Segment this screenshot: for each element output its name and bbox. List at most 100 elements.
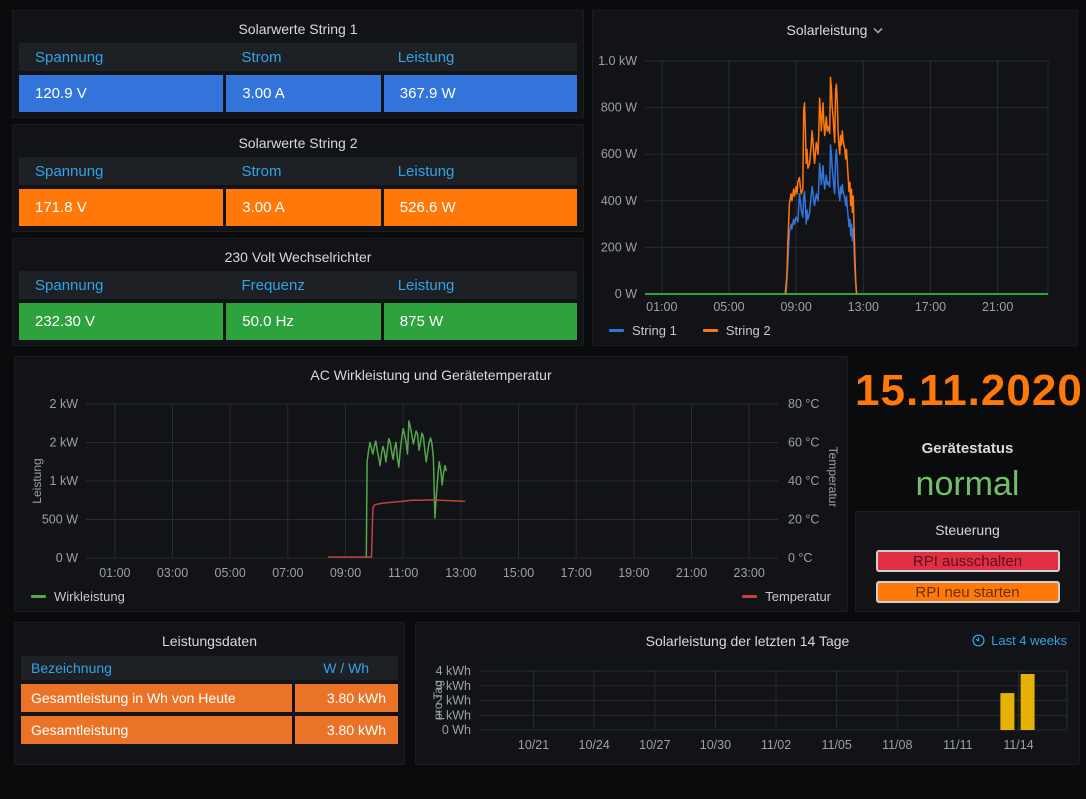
rpi-restart-button[interactable]: RPI neu starten <box>876 581 1060 603</box>
panel-ac-chart: AC Wirkleistung und Gerätetemperatur 0 W… <box>14 356 848 612</box>
col-spannung: Spannung <box>19 163 225 180</box>
daily-solar-chart[interactable]: 0 Wh1 kWh2 kWh3 kWh4 kWh10/2110/2410/271… <box>416 623 1081 766</box>
legend-dash-wirkleistung <box>31 595 46 598</box>
svg-text:01:00: 01:00 <box>646 300 677 314</box>
string1-table: Spannung Strom Leistung 120.9 V 3.00 A 3… <box>13 43 583 112</box>
svg-text:20 °C: 20 °C <box>788 513 819 527</box>
svg-text:15:00: 15:00 <box>503 566 534 580</box>
col-leistung: Leistung <box>382 49 577 66</box>
row-name: Gesamtleistung in Wh von Heute <box>21 684 292 712</box>
svg-text:10/27: 10/27 <box>639 738 670 752</box>
svg-text:05:00: 05:00 <box>215 566 246 580</box>
svg-text:09:00: 09:00 <box>780 300 811 314</box>
svg-text:60 °C: 60 °C <box>788 436 819 450</box>
panel-steuerung: Steuerung RPI ausschalten RPI neu starte… <box>855 511 1080 612</box>
col-leistung: Leistung <box>382 163 577 180</box>
legend-label: Temperatur <box>765 589 831 604</box>
col-frequenz: Frequenz <box>225 277 381 294</box>
right-axis-label: Temperatur <box>826 447 840 508</box>
col-w-wh: W / Wh <box>294 660 398 676</box>
inverter-table: Spannung Frequenz Leistung 232.30 V 50.0… <box>13 271 583 340</box>
panel-solarwerte-string2: Solarwerte String 2 Spannung Strom Leist… <box>12 124 584 232</box>
svg-text:03:00: 03:00 <box>157 566 188 580</box>
ac-legend: Wirkleistung Temperatur <box>31 589 831 604</box>
table-value-row: 171.8 V 3.00 A 526.6 W <box>19 189 577 226</box>
svg-text:0 Wh: 0 Wh <box>442 723 471 737</box>
svg-text:23:00: 23:00 <box>734 566 765 580</box>
svg-text:40 °C: 40 °C <box>788 474 819 488</box>
panel-solarleistung-chart: Solarleistung 0 W200 W400 W600 W800 W1.0… <box>592 10 1078 346</box>
svg-text:01:00: 01:00 <box>99 566 130 580</box>
svg-text:17:00: 17:00 <box>915 300 946 314</box>
panel-geraetestatus: Gerätestatus normal <box>855 432 1080 508</box>
legend-string2[interactable]: String 2 <box>703 323 771 338</box>
svg-text:200 W: 200 W <box>601 240 637 254</box>
svg-text:11/14: 11/14 <box>1003 738 1033 752</box>
solar-legend: String 1 String 2 <box>609 323 771 338</box>
strom-value: 3.00 A <box>226 189 381 226</box>
table-header-row: Bezeichnung W / Wh <box>21 656 398 680</box>
panel-title: Steuerung <box>856 512 1079 541</box>
svg-text:11/05: 11/05 <box>821 738 851 752</box>
svg-text:400 W: 400 W <box>601 194 637 208</box>
table-row: Gesamtleistung 3.80 kWh <box>21 716 398 744</box>
panel-title: Leistungsdaten <box>15 623 404 652</box>
status-label: Gerätestatus <box>855 432 1080 457</box>
svg-text:21:00: 21:00 <box>676 566 707 580</box>
legend-temperatur[interactable]: Temperatur <box>742 589 831 604</box>
table-header-row: Spannung Frequenz Leistung <box>19 271 577 299</box>
svg-text:09:00: 09:00 <box>330 566 361 580</box>
panel-14-tage-chart: Solarleistung der letzten 14 Tage Last 4… <box>415 622 1080 765</box>
svg-text:07:00: 07:00 <box>272 566 303 580</box>
col-spannung: Spannung <box>19 277 225 294</box>
table-row: Gesamtleistung in Wh von Heute 3.80 kWh <box>21 684 398 712</box>
svg-text:500 W: 500 W <box>42 513 78 527</box>
legend-dash-string1 <box>609 329 624 332</box>
svg-text:1 kW: 1 kW <box>50 474 79 488</box>
svg-text:21:00: 21:00 <box>982 300 1013 314</box>
panel-date: 15.11.2020 <box>855 358 1080 428</box>
legend-string1[interactable]: String 1 <box>609 323 677 338</box>
leistung-value: 526.6 W <box>384 189 577 226</box>
svg-text:13:00: 13:00 <box>848 300 879 314</box>
svg-text:05:00: 05:00 <box>713 300 744 314</box>
svg-text:600 W: 600 W <box>601 147 637 161</box>
legend-dash-string2 <box>703 329 718 332</box>
legend-wirkleistung[interactable]: Wirkleistung <box>31 589 125 604</box>
svg-text:2 kW: 2 kW <box>50 436 79 450</box>
dashboard: Solarwerte String 1 Spannung Strom Leist… <box>0 0 1086 799</box>
svg-text:0 W: 0 W <box>615 287 637 301</box>
svg-text:11:00: 11:00 <box>388 566 418 580</box>
spannung-value: 120.9 V <box>19 75 223 112</box>
svg-text:10/21: 10/21 <box>518 738 549 752</box>
row-value: 3.80 kWh <box>295 684 398 712</box>
solarleistung-chart[interactable]: 0 W200 W400 W600 W800 W1.0 kW01:0005:000… <box>593 11 1079 347</box>
current-date: 15.11.2020 <box>855 358 1080 416</box>
string2-table: Spannung Strom Leistung 171.8 V 3.00 A 5… <box>13 157 583 226</box>
svg-text:11/11: 11/11 <box>943 738 972 752</box>
table-value-row: 120.9 V 3.00 A 367.9 W <box>19 75 577 112</box>
ac-chart[interactable]: 0 W500 W1 kW2 kW2 kW0 °C20 °C40 °C60 °C8… <box>15 357 849 613</box>
row-value: 3.80 kWh <box>295 716 398 744</box>
strom-value: 3.00 A <box>226 75 381 112</box>
svg-text:11/02: 11/02 <box>761 738 791 752</box>
panel-wechselrichter: 230 Volt Wechselrichter Spannung Frequen… <box>12 238 584 346</box>
svg-text:11/08: 11/08 <box>882 738 912 752</box>
svg-text:10/30: 10/30 <box>700 738 731 752</box>
svg-text:80 °C: 80 °C <box>788 397 819 411</box>
svg-text:1.0 kW: 1.0 kW <box>598 54 637 68</box>
panel-solarwerte-string1: Solarwerte String 1 Spannung Strom Leist… <box>12 10 584 118</box>
svg-text:0 W: 0 W <box>56 551 78 565</box>
svg-text:0 °C: 0 °C <box>788 551 812 565</box>
legend-label: Wirkleistung <box>54 589 125 604</box>
col-spannung: Spannung <box>19 49 225 66</box>
svg-text:13:00: 13:00 <box>445 566 476 580</box>
rpi-shutdown-button[interactable]: RPI ausschalten <box>876 550 1060 572</box>
status-value: normal <box>855 457 1080 504</box>
panel-leistungsdaten: Leistungsdaten Bezeichnung W / Wh Gesamt… <box>14 622 405 765</box>
svg-text:19:00: 19:00 <box>618 566 649 580</box>
spannung-value: 232.30 V <box>19 303 223 340</box>
leistung-value: 875 W <box>384 303 577 340</box>
spannung-value: 171.8 V <box>19 189 223 226</box>
y-axis-label: pro Tag <box>431 680 445 720</box>
